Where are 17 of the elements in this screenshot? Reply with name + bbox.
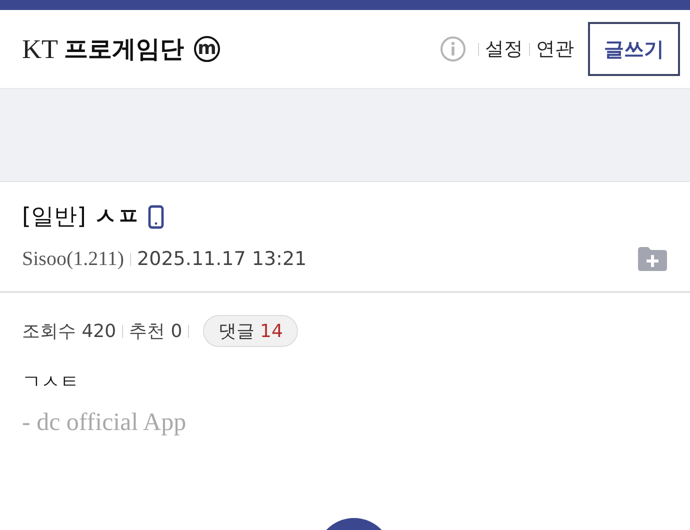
- recommend-count: 추천 0: [129, 320, 182, 343]
- post-signature: - dc official App: [22, 409, 188, 437]
- write-button[interactable]: 글쓰기: [588, 22, 680, 76]
- add-folder-icon[interactable]: [636, 246, 668, 272]
- post-date: 2025.11.17 13:21: [137, 248, 307, 270]
- header-link[interactable]: 설정: [485, 36, 523, 62]
- post-title: [일반] ㅅㅍ: [22, 203, 140, 232]
- phone-icon: [148, 204, 164, 228]
- header-link[interactable]: 연관: [536, 36, 574, 62]
- view-count: 조회수 420: [22, 320, 116, 343]
- info-icon[interactable]: [440, 36, 466, 62]
- post-body: ㄱㅅㅌ: [22, 370, 80, 395]
- gallery-prefix: KT: [22, 34, 58, 64]
- gallery-name: 프로게임단: [64, 34, 184, 65]
- comment-count-button[interactable]: 댓글 14: [203, 315, 298, 347]
- post-author: Sisoo(1.211): [22, 248, 124, 270]
- minor-gallery-badge: m: [194, 36, 220, 62]
